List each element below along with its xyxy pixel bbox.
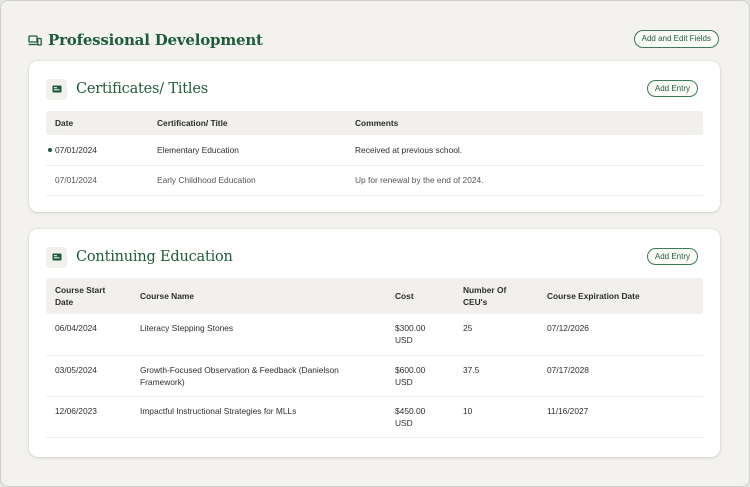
cell-ceus: 10 xyxy=(454,396,538,438)
cell-title: Early Childhood Education xyxy=(148,165,346,196)
table-row[interactable]: 07/01/2024 Early Childhood Education Up … xyxy=(46,165,703,196)
page-title: Professional Development xyxy=(48,31,263,49)
table-row[interactable]: 03/05/2024 Growth-Focused Observation & … xyxy=(46,355,703,397)
cell-expiration-date: 07/12/2026 xyxy=(538,314,703,356)
certificates-card: Certificates/ Titles Add Entry Date Cert… xyxy=(29,61,720,212)
cell-expiration-date: 07/17/2028 xyxy=(538,355,703,397)
table-header-row: Course Start Date Course Name Cost Numbe… xyxy=(46,278,703,314)
table-row[interactable]: 06/04/2024 Literacy Stepping Stones $300… xyxy=(46,314,703,356)
unread-dot-icon xyxy=(48,147,52,152)
continuing-education-title: Continuing Education xyxy=(76,249,233,265)
cell-title: Elementary Education xyxy=(148,135,346,166)
cell-start-date: 12/06/2023 xyxy=(46,396,131,438)
continuing-education-header: Continuing Education Add Entry xyxy=(46,246,698,268)
table-row[interactable]: 12/06/2023 Impactful Instructional Strat… xyxy=(46,396,703,438)
cell-expiration-date: 11/16/2027 xyxy=(538,396,703,438)
cell-date-text: 07/01/2024 xyxy=(55,144,97,155)
column-header-ceus[interactable]: Number Of CEU's xyxy=(454,278,538,314)
column-header-comments[interactable]: Comments xyxy=(346,111,703,135)
cell-course-name: Impactful Instructional Strategies for M… xyxy=(131,396,386,438)
certificates-add-entry-button[interactable]: Add Entry xyxy=(646,80,698,97)
certificates-title: Certificates/ Titles xyxy=(76,81,208,97)
page-header: Professional Development Add and Edit Fi… xyxy=(28,30,719,50)
cell-start-date: 06/04/2024 xyxy=(46,314,131,356)
id-card-icon xyxy=(46,246,67,268)
cell-cost: $600.00 USD xyxy=(386,355,454,397)
add-and-edit-fields-button[interactable]: Add and Edit Fields xyxy=(633,30,719,48)
cell-ceus: 37.5 xyxy=(454,355,538,397)
cell-ceus: 25 xyxy=(454,314,538,356)
cell-start-date: 03/05/2024 xyxy=(46,355,131,397)
column-header-certification[interactable]: Certification/ Title xyxy=(148,111,346,135)
continuing-education-table: Course Start Date Course Name Cost Numbe… xyxy=(46,278,703,438)
id-card-icon xyxy=(46,78,67,100)
column-header-course-name[interactable]: Course Name xyxy=(131,278,386,314)
certificates-table: Date Certification/ Title Comments 07/01… xyxy=(46,111,703,196)
devices-icon xyxy=(28,33,42,47)
cell-cost: $300.00 USD xyxy=(386,314,454,356)
column-header-date[interactable]: Date xyxy=(46,111,148,135)
table-row[interactable]: 07/01/2024 Elementary Education Received… xyxy=(46,135,703,166)
cell-cost: $450.00 USD xyxy=(386,396,454,438)
column-header-start-date[interactable]: Course Start Date xyxy=(46,278,131,314)
certificates-header: Certificates/ Titles Add Entry xyxy=(46,78,698,100)
column-header-expiration-date[interactable]: Course Expiration Date xyxy=(538,278,703,314)
cell-date: 07/01/2024 xyxy=(46,165,148,196)
cell-date: 07/01/2024 xyxy=(46,135,148,166)
cell-course-name: Literacy Stepping Stones xyxy=(131,314,386,356)
column-header-cost[interactable]: Cost xyxy=(386,278,454,314)
cell-comments: Received at previous school. xyxy=(346,135,703,166)
cell-comments: Up for renewal by the end of 2024. xyxy=(346,165,703,196)
continuing-education-add-entry-button[interactable]: Add Entry xyxy=(646,248,698,265)
app-frame: Professional Development Add and Edit Fi… xyxy=(0,0,750,487)
cell-course-name: Growth-Focused Observation & Feedback (D… xyxy=(131,355,386,397)
continuing-education-card: Continuing Education Add Entry Course St… xyxy=(29,229,720,457)
table-header-row: Date Certification/ Title Comments xyxy=(46,111,703,135)
